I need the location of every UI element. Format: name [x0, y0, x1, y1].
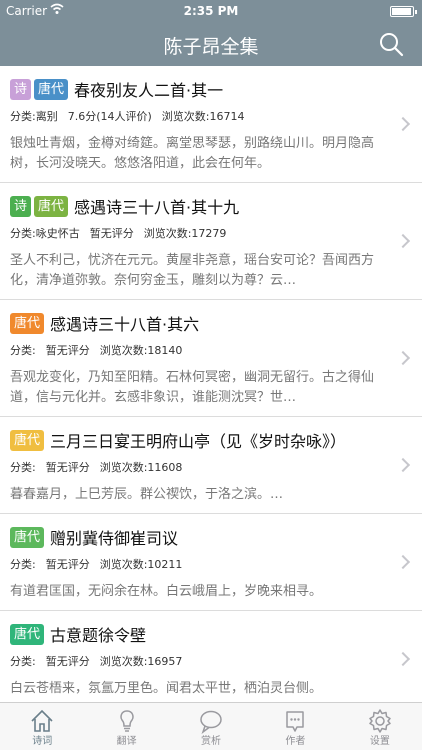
poem-meta: 分类: 暂无评分 浏览次数:16957: [10, 653, 382, 669]
tab-person-bubble[interactable]: 作者: [253, 703, 337, 750]
category-badge: 唐代: [34, 195, 69, 217]
tab-label: 诗词: [32, 736, 53, 747]
gear-icon: [369, 709, 391, 733]
person-bubble-icon: [286, 711, 305, 732]
poem-title: 感遇诗三十八首·其十九: [74, 198, 240, 217]
poem-title: 感遇诗三十八首·其六: [50, 315, 200, 334]
poem-excerpt: 吾观龙变化，乃知至阳精。石林何冥密，幽洞无留行。古之得仙道，信与元化并。玄感非象…: [10, 370, 375, 405]
chat-bubble-icon: [200, 710, 222, 734]
lightbulb-icon: [119, 710, 134, 732]
poem-meta: 分类: 暂无评分 浏览次数:10211: [10, 556, 382, 572]
tab-home[interactable]: 诗词: [0, 703, 84, 750]
poem-title-row: 唐代 三月三日宴王明府山亭（见《岁时杂咏》）: [10, 427, 382, 453]
category-badge: 唐代: [10, 312, 45, 334]
list-item[interactable]: 唐代 感遇诗三十八首·其六分类: 暂无评分 浏览次数:18140 吾观龙变化，乃知至阳精…: [0, 300, 422, 417]
tab-label: 设置: [369, 736, 390, 747]
poem-view-count: 浏览次数:10211: [99, 558, 183, 571]
list-item[interactable]: 诗唐代 感遇诗三十八首·其十九分类:咏史怀古 暂无评分 浏览次数:17279 圣人不利己…: [0, 183, 422, 300]
poem-category: 分类:: [10, 655, 36, 668]
chevron-right-icon: [395, 233, 411, 249]
poem-category: 分类:离别: [10, 110, 58, 123]
poem-title-row: 诗唐代 感遇诗三十八首·其十九: [10, 193, 382, 219]
poem-meta: 分类: 暂无评分 浏览次数:11608: [10, 459, 382, 475]
page-title: 陈子昂全集: [163, 36, 259, 58]
list-item[interactable]: 诗唐代 春夜别友人二首·其一分类:离别 7.6分(14人评价) 浏览次数:16714 银…: [0, 66, 422, 183]
list-item[interactable]: 唐代 三月三日宴王明府山亭（见《岁时杂咏》） 分类: 暂无评分 浏览次数:11608 暮春…: [0, 417, 422, 514]
tab-lightbulb[interactable]: 翻译: [84, 703, 168, 750]
tab-gear[interactable]: 设置: [338, 703, 422, 750]
poem-view-count: 浏览次数:16714: [161, 110, 245, 123]
status-bar: Carrier 2:35 PM: [0, 0, 422, 22]
category-badge: 诗: [10, 195, 32, 217]
list-item[interactable]: 唐代 赠别冀侍御崔司议分类: 暂无评分 浏览次数:10211 有道君匡国，无闷余在林。白…: [0, 514, 422, 611]
poem-category: 分类:: [10, 461, 36, 474]
nav-bar: 陈子昂全集: [0, 22, 422, 66]
poem-view-count: 浏览次数:18140: [99, 344, 183, 357]
poem-category: 分类:: [10, 558, 36, 571]
poem-category: 分类:: [10, 344, 36, 357]
chevron-right-icon: [395, 651, 411, 667]
category-badge: 唐代: [10, 429, 45, 451]
poem-list[interactable]: 诗唐代 春夜别友人二首·其一 分类:离别 7.6分(14人评价) 浏览次数:16714 银…: [0, 66, 422, 702]
poem-rating: 暂无评分: [45, 344, 90, 357]
poem-title-row: 唐代 赠别冀侍御崔司议: [10, 524, 382, 550]
poem-rating: 暂无评分: [45, 558, 90, 571]
chevron-right-icon: [395, 350, 411, 366]
poem-rating: 7.6分(14人评价): [67, 110, 152, 123]
home-icon: [31, 709, 53, 732]
poem-title: 古意题徐令壁: [50, 626, 147, 645]
status-time: 2:35 PM: [183, 4, 239, 18]
tab-label: 作者: [285, 736, 306, 747]
poem-excerpt: 银烛吐青烟，金樽对绮筵。离堂思琴瑟，别路绕山川。明月隐高树，长河没晓天。悠悠洛阳…: [10, 136, 375, 171]
chevron-right-icon: [395, 554, 411, 570]
list-item[interactable]: 唐代 古意题徐令壁分类: 暂无评分 浏览次数:16957 白云苍梧来，氛氲万里色。闻君太…: [0, 611, 422, 702]
poem-rating: 暂无评分: [45, 655, 90, 668]
poem-excerpt: 圣人不利己，忧济在元元。黄屋非尧意，瑶台安可论？吾闻西方化，清净道弥敦。奈何穷金…: [10, 253, 375, 288]
poem-meta: 分类:咏史怀古 暂无评分 浏览次数:17279: [10, 225, 382, 241]
poem-rating: 暂无评分: [45, 461, 90, 474]
tab-label: 翻译: [116, 736, 137, 747]
poem-category: 分类:咏史怀古: [10, 227, 80, 240]
poem-title: 春夜别友人二首·其一: [74, 81, 224, 100]
search-icon[interactable]: [378, 31, 404, 57]
poem-excerpt: 有道君匡国，无闷余在林。白云峨眉上，岁晚来相寻。: [10, 584, 323, 599]
poem-excerpt: 暮春嘉月，上巳芳辰。群公禊饮，于洛之滨。…: [10, 487, 284, 502]
poem-excerpt: 白云苍梧来，氛氲万里色。闻君太平世，栖泊灵台侧。: [10, 681, 323, 696]
tab-bar: 诗词 翻译 赏析 作者 设置: [0, 702, 422, 750]
poem-view-count: 浏览次数:17279: [143, 227, 227, 240]
chevron-right-icon: [395, 116, 411, 132]
poem-meta: 分类:离别 7.6分(14人评价) 浏览次数:16714: [10, 108, 382, 124]
category-badge: 唐代: [10, 623, 45, 645]
poem-view-count: 浏览次数:11608: [99, 461, 183, 474]
category-badge: 唐代: [34, 78, 69, 100]
poem-title: 三月三日宴王明府山亭（见《岁时杂咏》）: [50, 432, 347, 451]
category-badge: 唐代: [10, 526, 45, 548]
poem-title: 赠别冀侍御崔司议: [50, 529, 179, 548]
chevron-right-icon: [395, 457, 411, 473]
poem-title-row: 唐代 古意题徐令壁: [10, 621, 382, 647]
poem-title-row: 诗唐代 春夜别友人二首·其一: [10, 76, 382, 102]
poem-view-count: 浏览次数:16957: [99, 655, 183, 668]
tab-label: 赏析: [201, 736, 222, 747]
poem-meta: 分类: 暂无评分 浏览次数:18140: [10, 342, 382, 358]
battery-icon: [390, 6, 417, 17]
poem-title-row: 唐代 感遇诗三十八首·其六: [10, 310, 382, 336]
category-badge: 诗: [10, 78, 32, 100]
poem-rating: 暂无评分: [89, 227, 134, 240]
tab-chat-bubble[interactable]: 赏析: [169, 703, 253, 750]
